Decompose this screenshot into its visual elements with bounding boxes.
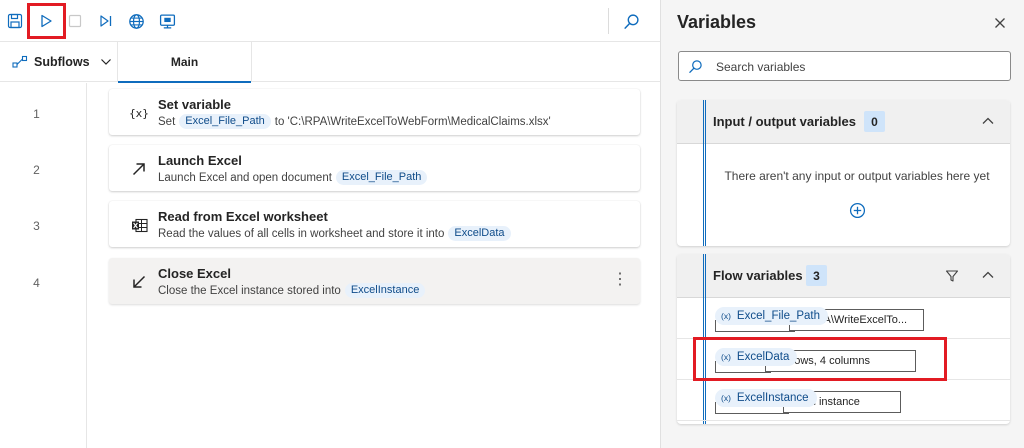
flow-variable-row[interactable]: Excel instance (x) ExcelInstance: [677, 380, 1010, 421]
search-button[interactable]: [617, 7, 645, 35]
tab-bar: Subflows Main: [0, 42, 660, 83]
action-read-excel[interactable]: Read from Excel worksheet Read the value…: [109, 201, 640, 247]
stop-button[interactable]: [61, 7, 89, 35]
variable-type-icon: (x): [721, 393, 731, 403]
action-desc-text: Close the Excel instance stored into: [158, 284, 341, 297]
action-close-excel[interactable]: Close Excel Close the Excel instance sto…: [109, 258, 640, 304]
run-next-action-button[interactable]: [92, 7, 120, 35]
count-badge: 0: [864, 111, 885, 132]
action-desc-text: Launch Excel and open document: [158, 171, 332, 184]
variable-chip[interactable]: (x) Excel_File_Path: [715, 307, 829, 325]
line-number: 1: [33, 107, 40, 121]
more-options-icon[interactable]: ⋮: [612, 272, 628, 288]
stop-icon: [68, 14, 82, 28]
action-desc-text: to 'C:\RPA\WriteExcelToWebForm\MedicalCl…: [274, 115, 551, 128]
chevron-up-icon[interactable]: [981, 268, 995, 282]
web-recorder-button[interactable]: [122, 7, 150, 35]
action-set-variable[interactable]: {x} Set variable Set Excel_File_Path to …: [109, 89, 640, 135]
search-icon: [623, 13, 639, 29]
launch-excel-icon: [127, 157, 151, 181]
chevron-up-icon[interactable]: [981, 114, 995, 128]
search-icon: [689, 60, 702, 73]
variable-name: Excel_File_Path: [736, 310, 821, 322]
subflows-label: Subflows: [34, 55, 90, 69]
save-button[interactable]: [1, 7, 29, 35]
flow-variables-header[interactable]: Flow variables 3: [677, 254, 1010, 298]
value-box-edge: [715, 331, 795, 332]
close-button[interactable]: [991, 14, 1009, 32]
desktop-recorder-icon: [159, 13, 175, 29]
action-description: Set Excel_File_Path to 'C:\RPA\WriteExce…: [158, 114, 551, 129]
subflows-dropdown[interactable]: Subflows: [0, 42, 118, 82]
close-excel-icon: [127, 270, 151, 294]
toolbar-separator: [608, 8, 609, 34]
value-box-edge: [715, 413, 789, 414]
empty-message: There aren't any input or output variabl…: [724, 169, 990, 183]
variable-type-icon: (x): [721, 311, 731, 321]
excel-worksheet-icon: [127, 213, 151, 237]
save-icon: [7, 13, 23, 29]
search-placeholder: Search variables: [716, 60, 806, 74]
search-variables-input[interactable]: Search variables: [678, 51, 1011, 81]
filter-icon[interactable]: [945, 269, 959, 283]
close-icon: [995, 18, 1005, 28]
section-title: Input / output variables: [713, 114, 857, 129]
variable-chip: ExcelInstance: [344, 283, 426, 298]
io-variables-section: Input / output variables 0 There aren't …: [677, 100, 1010, 246]
action-description: Launch Excel and open document Excel_Fil…: [158, 170, 431, 185]
line-number: 3: [33, 219, 40, 233]
action-desc-text: Set: [158, 115, 176, 128]
desktop-recorder-button[interactable]: [153, 7, 181, 35]
action-description: Read the values of all cells in workshee…: [158, 226, 515, 241]
action-title: Read from Excel worksheet: [158, 209, 328, 224]
flow-variable-row[interactable]: C:\RPA\WriteExcelTo... (x) Excel_File_Pa…: [677, 298, 1010, 339]
variables-title: Variables: [677, 12, 757, 32]
variable-chip: Excel_File_Path: [335, 170, 428, 185]
chevron-down-icon: [100, 59, 111, 65]
toolbar: [0, 0, 660, 42]
count-badge: 3: [806, 265, 827, 286]
action-title: Close Excel: [158, 266, 231, 281]
line-number: 4: [33, 276, 40, 290]
action-title: Set variable: [158, 97, 231, 112]
variable-name: ExcelInstance: [736, 392, 809, 404]
variable-icon: {x}: [129, 106, 149, 120]
io-variables-header[interactable]: Input / output variables 0: [677, 100, 1010, 144]
action-description: Close the Excel instance stored into Exc…: [158, 283, 429, 298]
variable-chip: Excel_File_Path: [179, 114, 271, 129]
tab-main[interactable]: Main: [118, 42, 252, 83]
action-launch-excel[interactable]: Launch Excel Launch Excel and open docum…: [109, 145, 640, 191]
exceldata-highlight: [693, 337, 947, 381]
action-title: Launch Excel: [158, 153, 242, 168]
add-icon[interactable]: [849, 202, 866, 219]
run-next-action-icon: [100, 15, 112, 27]
line-number: 2: [33, 163, 40, 177]
flow-designer: Subflows Main 1 2 3 4 {x} Set variable S…: [0, 0, 660, 448]
web-recorder-icon: [128, 13, 144, 29]
subflows-icon: [12, 55, 28, 68]
variable-chip: ExcelData: [448, 226, 511, 241]
line-number-gutter: 1 2 3 4: [0, 83, 87, 448]
variable-chip[interactable]: (x) ExcelInstance: [715, 389, 817, 407]
section-title: Flow variables: [713, 268, 803, 283]
action-desc-text: Read the values of all cells in workshee…: [158, 227, 445, 240]
